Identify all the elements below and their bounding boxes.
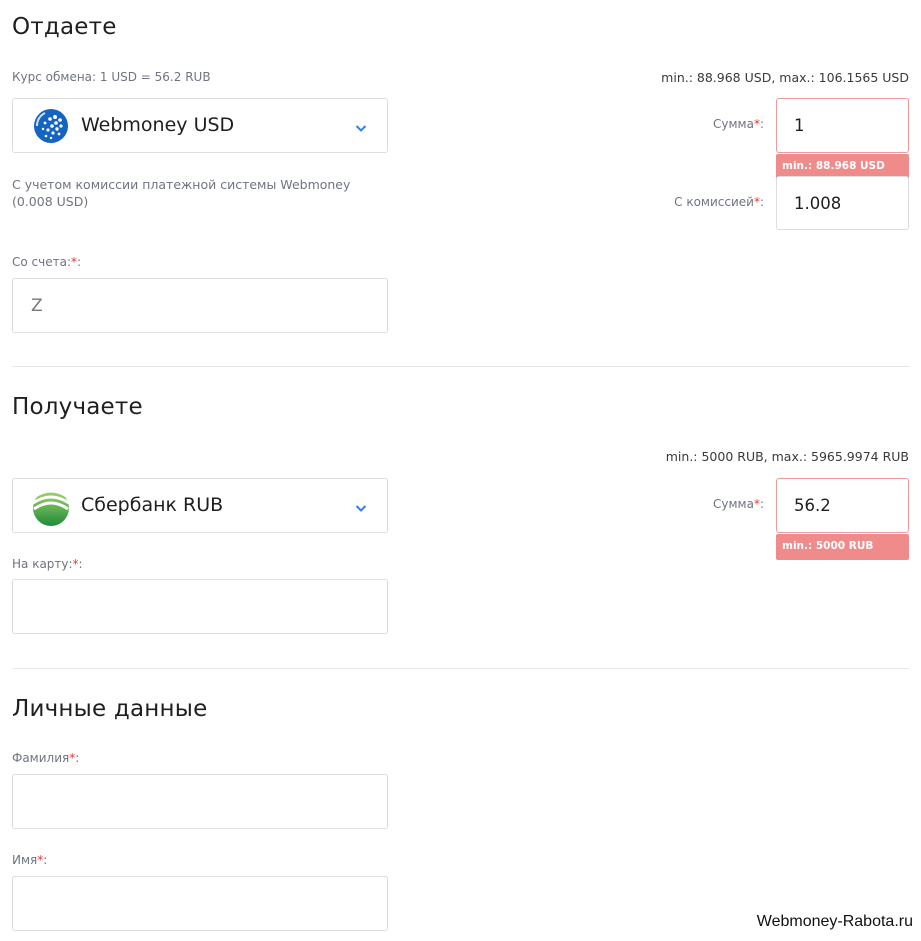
give-amount-value: 1 [794,116,805,135]
with-commission-value: 1.008 [794,194,842,213]
name-label: Имя*: [12,853,48,867]
give-currency-label: Webmoney USD [81,114,235,136]
give-amount-input[interactable]: 1 [776,98,909,153]
give-amount-label: Сумма*: [713,117,764,131]
section-divider [12,366,909,367]
receive-limits-text: min.: 5000 RUB, max.: 5965.9974 RUB [665,449,909,464]
receive-section-title: Получаете [12,394,143,420]
account-value: Z [31,296,43,316]
receive-currency-label: Сбербанк RUB [81,494,224,516]
receive-amount-error-badge: min.: 5000 RUB [776,534,909,560]
chevron-down-icon [355,499,367,512]
receive-amount-input[interactable]: 56.2 [776,478,909,533]
account-input[interactable]: Z [12,278,388,333]
card-label: На карту:*: [12,557,83,571]
commission-note-line1: С учетом комиссии платежной системы Webm… [12,177,351,192]
commission-note-line2: (0.008 USD) [12,194,89,209]
sberbank-logo-icon [31,487,71,531]
give-currency-select[interactable]: Webmoney USD [12,98,388,153]
with-commission-input[interactable]: 1.008 [776,176,909,230]
surname-label: Фамилия*: [12,751,80,765]
surname-input[interactable] [12,774,388,829]
with-commission-label: С комиссией*: [674,195,764,209]
receive-amount-label: Сумма*: [713,497,764,511]
section-divider [12,668,909,669]
exchange-rate-text: Курс обмена: 1 USD = 56.2 RUB [12,70,211,84]
chevron-down-icon [355,119,367,132]
name-input[interactable] [12,876,388,931]
account-label: Со счета:*: [12,255,82,269]
watermark-text: Webmoney-Rabota.ru [756,913,913,930]
receive-amount-value: 56.2 [794,496,831,515]
give-section-title: Отдаете [12,14,117,40]
personal-section-title: Личные данные [12,696,208,722]
card-input[interactable] [12,579,388,634]
webmoney-globe-icon [33,108,69,148]
give-limits-text: min.: 88.968 USD, max.: 106.1565 USD [661,70,909,85]
receive-currency-select[interactable]: Сбербанк RUB [12,478,388,533]
